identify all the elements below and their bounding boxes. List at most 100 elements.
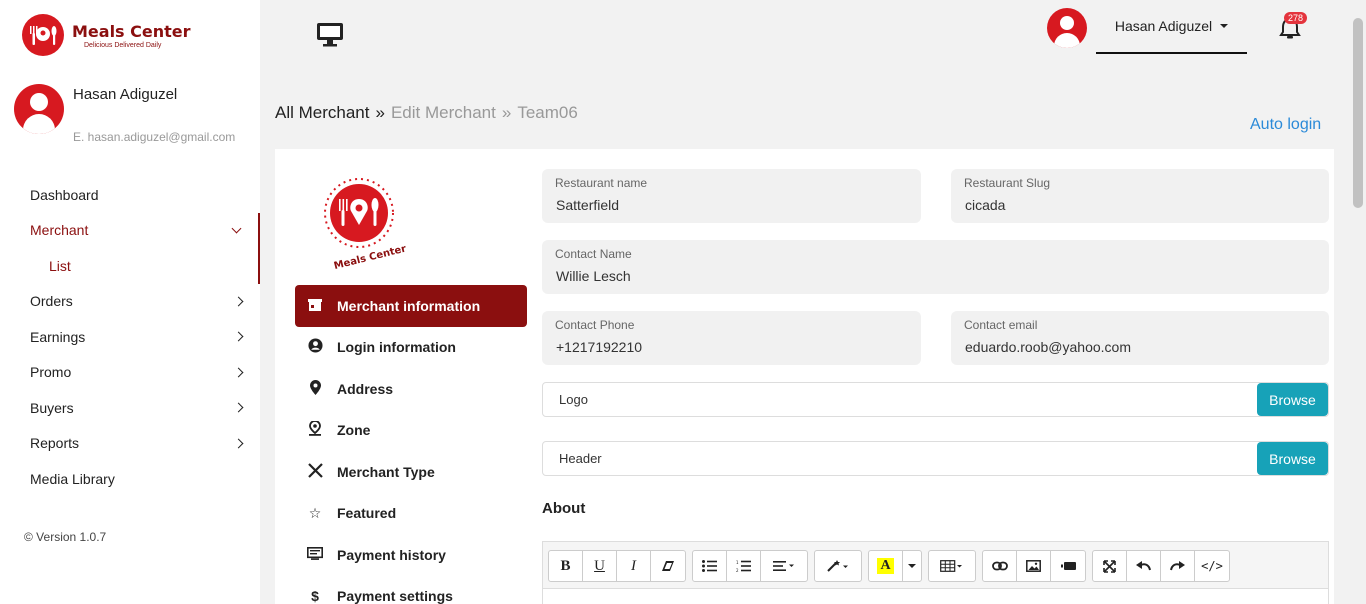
unordered-list-icon[interactable] — [693, 551, 727, 581]
fullscreen-icon[interactable] — [1093, 551, 1127, 581]
chevron-down-icon — [231, 223, 242, 234]
sidebar-item-label: Orders — [30, 293, 73, 310]
link-icon[interactable] — [983, 551, 1017, 581]
logo-browse-button[interactable]: Browse — [1257, 383, 1328, 416]
location-pin-icon — [307, 420, 323, 439]
store-icon — [307, 298, 323, 314]
menu-featured[interactable]: ☆ Featured — [295, 493, 527, 535]
menu-item-label: Merchant information — [337, 297, 481, 314]
sidebar-nav: Dashboard Merchant List Orders Earnings … — [0, 177, 260, 497]
toolbar-group-lists: 12 — [692, 550, 808, 582]
sidebar-item-label: List — [49, 257, 71, 274]
menu-item-label: Address — [337, 380, 394, 397]
bold-icon[interactable]: B — [549, 551, 583, 581]
sidebar-item-label: Buyers — [30, 399, 74, 416]
sidebar-item-promo[interactable]: Promo — [0, 355, 260, 391]
magic-wand-icon[interactable] — [815, 551, 861, 581]
menu-zone[interactable]: Zone — [295, 410, 527, 452]
sidebar-item-label: Earnings — [30, 328, 86, 345]
undo-icon[interactable] — [1127, 551, 1161, 581]
field-label: Contact email — [964, 318, 1038, 332]
underline-icon[interactable]: U — [583, 551, 617, 581]
chevron-right-icon — [233, 402, 244, 413]
avatar — [14, 84, 64, 134]
menu-merchant-type[interactable]: Merchant Type — [295, 451, 527, 493]
color-dropdown-icon[interactable] — [903, 551, 921, 581]
sidebar-item-label: Merchant — [30, 222, 89, 239]
header-upload[interactable]: Header Browse — [542, 441, 1329, 476]
merchant-settings-menu: Merchant information Login information A… — [295, 285, 527, 604]
caret-down-icon — [1220, 24, 1229, 28]
upload-label: Header — [559, 451, 602, 466]
eraser-icon[interactable] — [651, 551, 685, 581]
breadcrumb-separator: » — [501, 103, 512, 122]
scrollbar-thumb[interactable] — [1353, 18, 1363, 208]
monitor-icon[interactable] — [316, 22, 344, 48]
about-rich-text-editor[interactable]: B U I 12 A </> — [542, 541, 1329, 604]
italic-icon[interactable]: I — [617, 551, 651, 581]
menu-payment-history[interactable]: Payment history — [295, 534, 527, 576]
breadcrumb-current: Team06 — [517, 103, 578, 122]
auto-login-link[interactable]: Auto login — [1250, 116, 1321, 134]
sidebar-item-dashboard[interactable]: Dashboard — [0, 177, 260, 213]
upload-label: Logo — [559, 392, 588, 407]
header-browse-button[interactable]: Browse — [1257, 442, 1328, 475]
svg-text:1: 1 — [736, 560, 739, 565]
brand-logo-icon — [22, 14, 64, 56]
menu-login-information[interactable]: Login information — [295, 327, 527, 369]
field-label: Contact Phone — [555, 318, 635, 332]
toolbar-group-view: </> — [1092, 550, 1230, 582]
menu-payment-settings[interactable]: $ Payment settings — [295, 576, 527, 604]
editor-content-area[interactable] — [543, 588, 1328, 604]
toolbar-group-magic — [814, 550, 862, 582]
user-email: E. hasan.adiguzel@gmail.com — [73, 130, 236, 144]
about-label: About — [542, 500, 586, 517]
sidebar-item-media-library[interactable]: Media Library — [0, 461, 260, 497]
merchant-edit-card: Meals Center Merchant information Login … — [275, 149, 1334, 604]
brand[interactable]: Meals Center Delicious Delivered Daily — [22, 14, 191, 56]
sidebar-item-reports[interactable]: Reports — [0, 426, 260, 462]
contact-email-field[interactable]: Contact email eduardo.roob@yahoo.com — [951, 311, 1329, 365]
sidebar-item-label: Media Library — [30, 470, 115, 487]
code-view-icon[interactable]: </> — [1195, 551, 1229, 581]
field-value: cicada — [965, 197, 1006, 213]
toolbar-group-style: B U I — [548, 550, 686, 582]
image-icon[interactable] — [1017, 551, 1051, 581]
scrollbar[interactable] — [1350, 0, 1366, 604]
menu-address[interactable]: Address — [295, 368, 527, 410]
user-menu-dropdown[interactable]: Hasan Adiguzel — [1096, 0, 1247, 54]
menu-item-label: Login information — [337, 339, 456, 356]
sidebar-item-label: Dashboard — [30, 186, 99, 203]
redo-icon[interactable] — [1161, 551, 1195, 581]
sidebar-item-orders[interactable]: Orders — [0, 284, 260, 320]
restaurant-name-field[interactable]: Restaurant name Satterfield — [542, 169, 921, 223]
sidebar-item-buyers[interactable]: Buyers — [0, 390, 260, 426]
sidebar-item-merchant[interactable]: Merchant — [0, 212, 260, 248]
editor-toolbar: B U I 12 A </> — [548, 550, 1230, 582]
sidebar-item-earnings[interactable]: Earnings — [0, 319, 260, 355]
contact-name-field[interactable]: Contact Name Willie Lesch — [542, 240, 1329, 294]
ordered-list-icon[interactable]: 12 — [727, 551, 761, 581]
video-icon[interactable] — [1051, 551, 1085, 581]
user-circle-icon — [307, 338, 323, 356]
table-icon[interactable] — [929, 551, 975, 581]
menu-item-label: Payment settings — [337, 588, 453, 604]
field-value: Willie Lesch — [556, 268, 631, 284]
chevron-right-icon — [233, 438, 244, 449]
menu-merchant-information[interactable]: Merchant information — [295, 285, 527, 327]
restaurant-slug-field[interactable]: Restaurant Slug cicada — [951, 169, 1329, 223]
text-color-icon[interactable]: A — [869, 551, 903, 581]
sidebar-item-list[interactable]: List — [0, 248, 260, 284]
logo-upload[interactable]: Logo Browse — [542, 382, 1329, 417]
menu-item-label: Payment history — [337, 546, 446, 563]
breadcrumb-all-merchant[interactable]: All Merchant — [275, 103, 369, 123]
svg-text:2: 2 — [736, 568, 739, 572]
align-dropdown-icon[interactable] — [761, 551, 807, 581]
contact-phone-field[interactable]: Contact Phone +1217192210 — [542, 311, 921, 365]
top-bar: Hasan Adiguzel 278 — [260, 0, 1350, 70]
utensils-icon — [307, 462, 323, 481]
avatar[interactable] — [1047, 8, 1087, 48]
toolbar-group-color: A — [868, 550, 922, 582]
breadcrumb: All Merchant » Edit Merchant » Team06 — [275, 103, 578, 123]
svg-text:Meals Center: Meals Center — [333, 243, 408, 271]
